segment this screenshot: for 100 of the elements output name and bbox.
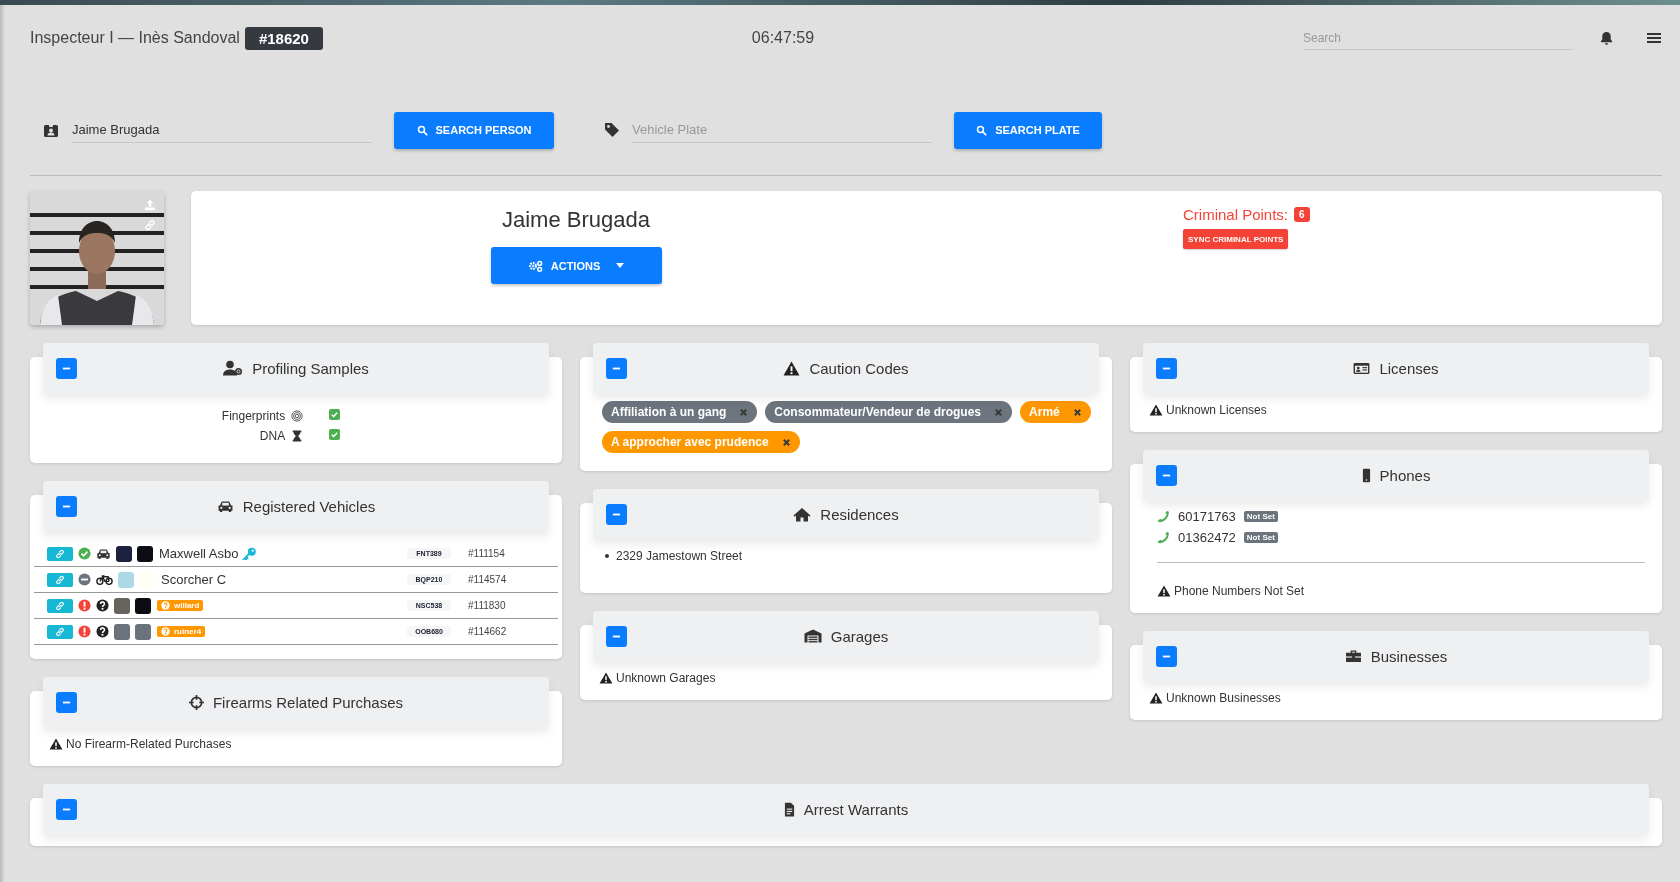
tag-icon: [604, 122, 620, 138]
phone-icon: [1157, 510, 1170, 523]
link-button[interactable]: [47, 598, 73, 613]
phone-number: 60171763: [1178, 509, 1236, 524]
vehicle-id: #114662: [468, 626, 507, 637]
warning-icon: [1149, 404, 1163, 416]
collapse-toggle[interactable]: [56, 798, 77, 820]
link-icon: [55, 548, 65, 559]
house-icon: [793, 506, 812, 522]
model-tag: ruiner4: [157, 626, 206, 637]
menu-icon[interactable]: [1646, 30, 1662, 46]
collapse-toggle[interactable]: [606, 503, 627, 525]
panel-title: Profiling Samples: [252, 359, 369, 377]
person-name: Jaime Brugada: [502, 207, 650, 233]
person-search-field[interactable]: Jaime Brugada: [72, 117, 372, 143]
link-icon: [55, 574, 65, 585]
notice-text: Unknown Garages: [616, 671, 716, 685]
car-icon: [216, 499, 234, 513]
panel-title: Residences: [820, 505, 899, 523]
badge-number: #18620: [244, 26, 323, 50]
gears-icon: [527, 259, 543, 272]
panel-title: Firearms Related Purchases: [212, 693, 404, 711]
phone-icon: [1157, 531, 1170, 544]
warning-icon: [1149, 692, 1163, 704]
criminal-points-count: 6: [1294, 207, 1310, 222]
remove-icon[interactable]: [739, 407, 749, 417]
sample-label: DNA: [259, 429, 286, 443]
notice-text: Phone Numbers Not Set: [1174, 584, 1305, 598]
checkbox[interactable]: [329, 409, 341, 420]
plate-search-field[interactable]: Vehicle Plate: [632, 117, 932, 143]
collapse-toggle[interactable]: [1156, 645, 1177, 667]
id-badge-icon: [43, 122, 59, 138]
bell-icon[interactable]: [1599, 30, 1614, 46]
warning-icon: [1157, 585, 1171, 597]
collapse-toggle[interactable]: [606, 357, 627, 379]
crosshair-icon: [188, 694, 204, 710]
collapse-toggle[interactable]: [1156, 464, 1177, 486]
link-icon: [55, 600, 65, 611]
vehicle-owner: Scorcher C: [161, 572, 227, 587]
collapse-toggle[interactable]: [606, 625, 627, 647]
caution-tag: Affiliation à un gang: [602, 401, 758, 423]
warning-icon: [49, 738, 63, 750]
warning-icon: [783, 360, 801, 376]
model-tag: willard: [157, 600, 204, 611]
caution-tag: A approcher avec prudence: [602, 431, 800, 453]
collapse-toggle[interactable]: [56, 357, 77, 379]
collapse-toggle[interactable]: [1156, 357, 1177, 379]
panel-title: Businesses: [1370, 647, 1448, 665]
remove-icon[interactable]: [994, 407, 1004, 417]
tick-icon: [330, 410, 340, 419]
link-button[interactable]: [47, 624, 73, 639]
sync-criminal-points-button[interactable]: SYNC CRIMINAL POINTS: [1183, 229, 1289, 249]
hourglass-icon: [291, 430, 304, 442]
remove-icon[interactable]: [1072, 407, 1082, 417]
search-icon: [976, 124, 988, 136]
notice-text: No Firearm-Related Purchases: [66, 737, 232, 751]
vehicle-owner: Maxwell Asbo: [159, 546, 239, 561]
link-button[interactable]: [47, 572, 73, 587]
notice-text: Unknown Businesses: [1166, 691, 1281, 705]
link-button[interactable]: [47, 546, 73, 561]
fingerprint-icon: [291, 410, 304, 422]
mobile-phone-icon: [1361, 467, 1371, 483]
caution-tag: Consommateur/Vendeur de drogues: [765, 401, 1013, 423]
caret-icon: [616, 263, 625, 268]
question-circle-icon: [161, 627, 170, 636]
phone-number: 01362472: [1178, 530, 1236, 545]
search-field[interactable]: Search: [1303, 26, 1573, 50]
tick-icon: [330, 430, 340, 439]
collapse-toggle[interactable]: [56, 691, 77, 713]
clock: 06:47:59: [751, 29, 815, 47]
briefcase-icon: [1344, 649, 1362, 663]
garage-icon: [803, 629, 822, 643]
search-icon: [416, 124, 428, 136]
panel-title: Registered Vehicles: [242, 497, 376, 515]
bullet: [605, 554, 609, 558]
remove-icon[interactable]: [781, 437, 791, 447]
panel-title: Phones: [1379, 466, 1431, 484]
panel-title: Licenses: [1379, 359, 1439, 377]
panel-title: Arrest Warrants: [803, 800, 909, 818]
address: 2329 Jamestown Street: [616, 549, 743, 563]
question-circle-icon: [161, 601, 170, 610]
id-card-icon: [1353, 361, 1371, 375]
warning-icon: [599, 672, 613, 684]
user-title: Inspecteur I — Inès Sandoval: [30, 29, 240, 47]
link-icon: [55, 626, 65, 637]
actions-button[interactable]: ACTIONS: [490, 247, 662, 284]
panel-title: Garages: [830, 627, 889, 645]
checkbox[interactable]: [329, 429, 341, 440]
vehicle-id: #111154: [468, 548, 505, 559]
panel-title: Caution Codes: [809, 359, 909, 377]
search-plate-button[interactable]: SEARCH PLATE: [954, 111, 1102, 149]
document-icon: [783, 801, 795, 817]
criminal-points-label: Criminal Points:: [1183, 206, 1289, 223]
collapse-toggle[interactable]: [56, 495, 77, 517]
vehicle-id: #111830: [468, 600, 506, 611]
search-person-button[interactable]: SEARCH PERSON: [394, 111, 554, 149]
notice-text: Unknown Licenses: [1166, 403, 1267, 417]
vehicle-id: #114574: [468, 574, 507, 585]
status-badge: Not Set: [1243, 532, 1278, 543]
sample-label: Fingerprints: [221, 409, 286, 423]
